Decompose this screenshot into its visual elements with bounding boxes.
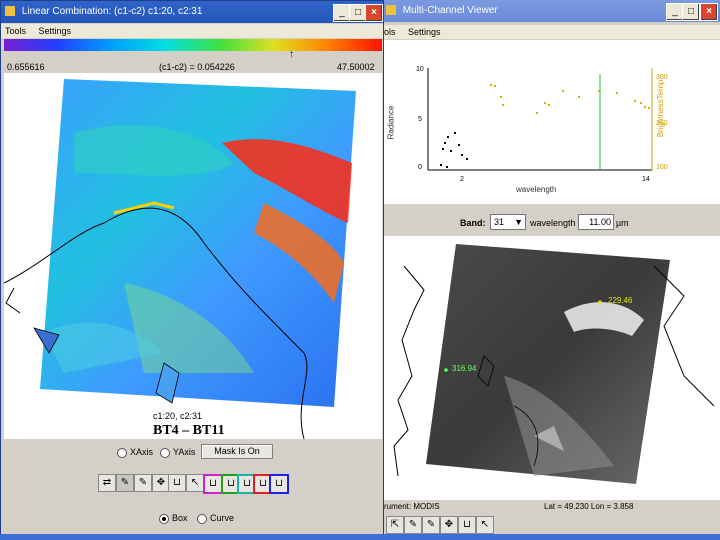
linear-combination-window: Linear Combination: (c1-c2) c1:20, c2:31…: [0, 0, 384, 540]
chevron-down-icon: ▼: [514, 217, 523, 227]
magenta-box-icon[interactable]: ⊔: [203, 474, 223, 494]
curve-label: Curve: [210, 513, 235, 523]
right-menu-settings[interactable]: Settings: [408, 27, 441, 37]
right-tick-bottom: 100: [656, 164, 668, 171]
right-tick-top: 300: [656, 74, 668, 81]
status-latlon: Lat = 49.230 Lon = 3.858: [544, 502, 634, 511]
color-scale-bar: [4, 39, 382, 51]
close-button[interactable]: ×: [365, 4, 383, 22]
xaxis-radio[interactable]: XAxis: [117, 447, 153, 458]
curve-radio-dot: [197, 513, 207, 524]
right-app-icon: [386, 5, 396, 16]
spectrum-plot-svg: [427, 68, 653, 171]
wavelength-input[interactable]: 11.00: [578, 214, 614, 230]
pencil-tool-icon[interactable]: ✎: [134, 474, 152, 492]
scale-max-label: 47.50002: [337, 62, 375, 72]
band-image-svg: [393, 244, 715, 484]
box-tool-right-icon[interactable]: ⊔: [458, 516, 476, 534]
right-window-title: Multi-Channel Viewer: [402, 5, 498, 16]
yaxis-radio[interactable]: YAxis: [160, 447, 195, 458]
box-radio-dot: [159, 513, 169, 524]
blue-box-icon[interactable]: ⊔: [269, 474, 289, 494]
right-menubar: ols Settings: [384, 25, 720, 39]
wavelength-label: wavelength: [530, 218, 576, 228]
right-tick-mid: 200: [656, 120, 668, 127]
arrow-tool-icon[interactable]: ↖: [186, 474, 204, 492]
select-box-icon[interactable]: ⊔: [168, 474, 186, 492]
marker-label-1: 229.46: [608, 296, 633, 305]
yaxis-radio-dot: [160, 447, 170, 458]
band-image-canvas[interactable]: 229.46 316.94: [384, 236, 720, 500]
multi-channel-viewer-window: Multi-Channel Viewer _ □ × ols Settings: [384, 0, 720, 540]
left-tick-mid: 5: [418, 116, 422, 123]
wavelength-unit: µm: [616, 218, 629, 228]
mask-toggle-button[interactable]: Mask Is On: [201, 444, 273, 459]
curve-radio[interactable]: Curve: [197, 513, 234, 524]
satellite-image-svg: [4, 79, 356, 439]
wavelength-value: 11.00: [589, 217, 611, 227]
move-tool-right-icon[interactable]: ✥: [440, 516, 458, 534]
zoom-out-tool-icon[interactable]: ✎: [404, 516, 422, 534]
right-menu-tools[interactable]: ols: [384, 27, 396, 37]
right-close-button[interactable]: ×: [700, 3, 718, 21]
image-canvas[interactable]: [4, 73, 382, 439]
pan-tool-icon[interactable]: ⇄: [98, 474, 116, 492]
zoom-in-tool-icon[interactable]: ⇱: [386, 516, 404, 534]
edit-tool-icon[interactable]: ✎: [422, 516, 440, 534]
xaxis-radio-dot: [117, 447, 127, 458]
scale-marker[interactable]: ↑: [289, 49, 294, 60]
plot-ylabel-left: Radiance: [386, 105, 396, 140]
scale-center-label: (c1-c2) = 0.054226: [159, 62, 235, 72]
left-window-titlebar[interactable]: Linear Combination: (c1-c2) c1:20, c2:31: [1, 1, 383, 23]
left-tick-bottom: 0: [418, 164, 422, 171]
yaxis-label: YAxis: [173, 447, 196, 457]
band-label: Band:: [460, 218, 486, 228]
taskbar: [0, 534, 720, 540]
plot-ylabel-right: BrightnessTemp: [656, 79, 666, 138]
app-icon: [5, 6, 15, 17]
channels-label: c1:20, c2:31: [151, 411, 205, 421]
box-label: Box: [172, 513, 188, 523]
x-tick-right: 14: [642, 176, 650, 183]
country-border: [393, 265, 425, 477]
image-caption: BT4 – BT11: [151, 423, 227, 439]
box-radio[interactable]: Box: [159, 513, 188, 524]
xaxis-label: XAxis: [130, 447, 154, 457]
left-menubar: Tools Settings: [1, 24, 383, 38]
band-dropdown[interactable]: 31 ▼: [490, 214, 526, 230]
left-window-title: Linear Combination: (c1-c2) c1:20, c2:31: [21, 6, 203, 17]
left-tick-top: 10: [416, 66, 424, 73]
marker-label-2: 316.94: [452, 364, 477, 373]
right-maximize-button[interactable]: □: [682, 3, 700, 21]
band-selector-bar: Band: 31 ▼ wavelength 11.00 µm: [384, 208, 720, 236]
status-instrument: rument: MODIS: [384, 502, 440, 511]
spectrum-plot[interactable]: Radiance BrightnessTemp wavelength 10 5 …: [384, 40, 720, 204]
menu-settings[interactable]: Settings: [39, 26, 72, 36]
draw-tool-icon[interactable]: ✎: [116, 474, 134, 492]
x-tick-left: 2: [460, 176, 464, 183]
status-bar: rument: MODIS Lat = 49.230 Lon = 3.858: [384, 500, 720, 514]
plot-xlabel: wavelength: [516, 185, 557, 194]
scale-min-label: 0.655616: [7, 62, 45, 72]
menu-tools[interactable]: Tools: [5, 26, 26, 36]
band-value: 31: [494, 217, 505, 227]
pointer-tool-right-icon[interactable]: ↖: [476, 516, 494, 534]
